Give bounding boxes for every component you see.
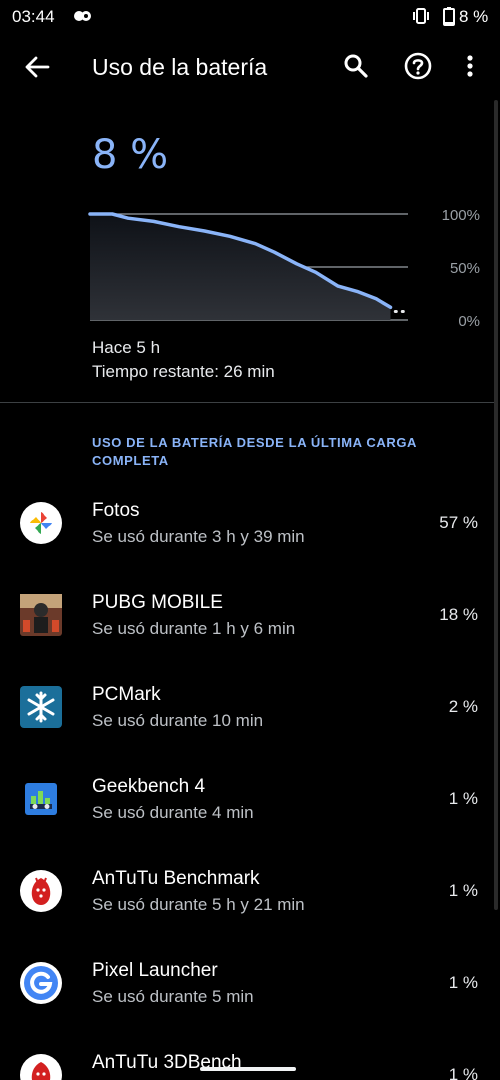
app-percent: 1 %	[448, 1065, 478, 1080]
gesture-navigation-bar[interactable]	[200, 1067, 296, 1071]
battery-percent: 8 %	[92, 132, 169, 178]
battery-icon	[443, 7, 455, 26]
app-percent: 1 %	[448, 881, 478, 900]
app-name: AnTuTu Benchmark	[92, 868, 260, 889]
pixel-launcher-icon	[20, 962, 62, 1004]
app-name: Fotos	[92, 500, 140, 521]
status-bar: 03:44 8 %	[0, 0, 500, 34]
google-photos-icon	[20, 502, 62, 544]
app-percent: 18 %	[439, 605, 478, 624]
arrow-back-icon[interactable]	[22, 52, 52, 82]
time-remaining-label: Tiempo restante: 26 min	[92, 362, 275, 381]
pubg-mobile-icon	[20, 594, 62, 636]
status-time: 03:44	[12, 7, 55, 26]
page-title: Uso de la batería	[92, 54, 268, 80]
help-icon[interactable]	[403, 51, 433, 81]
status-battery-text: 8 %	[459, 7, 489, 26]
app-percent: 57 %	[439, 513, 478, 532]
app-name: PCMark	[92, 684, 161, 705]
chart-y-tick-label: 0%	[458, 313, 480, 330]
list-item-antutu-benchmark[interactable]: AnTuTu Benchmark Se usó durante 5 h y 21…	[0, 858, 494, 950]
toolbar: Uso de la batería	[0, 34, 500, 100]
app-percent: 1 %	[448, 789, 478, 808]
app-usage: Se usó durante 1 h y 6 min	[92, 619, 296, 638]
pcmark-icon	[20, 686, 62, 728]
divider	[0, 402, 494, 403]
list-item-geekbench-4[interactable]: Geekbench 4 Se usó durante 4 min 1 %	[0, 766, 494, 858]
antutu-icon	[20, 870, 62, 912]
battery-chart: 100% 50% 0%	[88, 207, 480, 330]
app-usage: Se usó durante 3 h y 39 min	[92, 527, 305, 546]
app-usage: Se usó durante 10 min	[92, 711, 264, 730]
geekbench-icon	[25, 783, 57, 815]
chart-y-tick-label: 100%	[442, 207, 480, 224]
chart-start-label: Hace 5 h	[92, 338, 161, 357]
vibrate-icon	[413, 8, 429, 24]
list-item-pubg-mobile[interactable]: PUBG MOBILE Se usó durante 1 h y 6 min 1…	[0, 582, 494, 674]
list-item-pcmark[interactable]: PCMark Se usó durante 10 min 2 %	[0, 674, 494, 766]
app-usage: Se usó durante 5 min	[92, 987, 254, 1006]
section-header: Uso de la batería desde la última carga …	[92, 435, 417, 468]
app-usage: Se usó durante 5 h y 21 min	[92, 895, 305, 914]
app-name: PUBG MOBILE	[92, 592, 223, 613]
more-vert-icon[interactable]	[458, 51, 482, 81]
list-item-antutu-3dbench[interactable]: AnTuTu 3DBench 1 %	[0, 1042, 494, 1080]
list-item-pixel-launcher[interactable]: Pixel Launcher Se usó durante 5 min 1 %	[0, 950, 494, 1042]
dual-dot-icon	[74, 11, 91, 21]
search-icon[interactable]	[342, 52, 370, 80]
app-name: Pixel Launcher	[92, 960, 218, 981]
app-percent: 2 %	[448, 697, 478, 716]
list-item-fotos[interactable]: Fotos Se usó durante 3 h y 39 min 57 %	[0, 490, 494, 582]
app-percent: 1 %	[448, 973, 478, 992]
antutu-3dbench-icon	[20, 1054, 62, 1080]
app-name: Geekbench 4	[92, 776, 206, 797]
chart-y-tick-label: 50%	[450, 260, 480, 277]
scrollbar[interactable]	[494, 100, 498, 910]
app-usage: Se usó durante 4 min	[92, 803, 254, 822]
